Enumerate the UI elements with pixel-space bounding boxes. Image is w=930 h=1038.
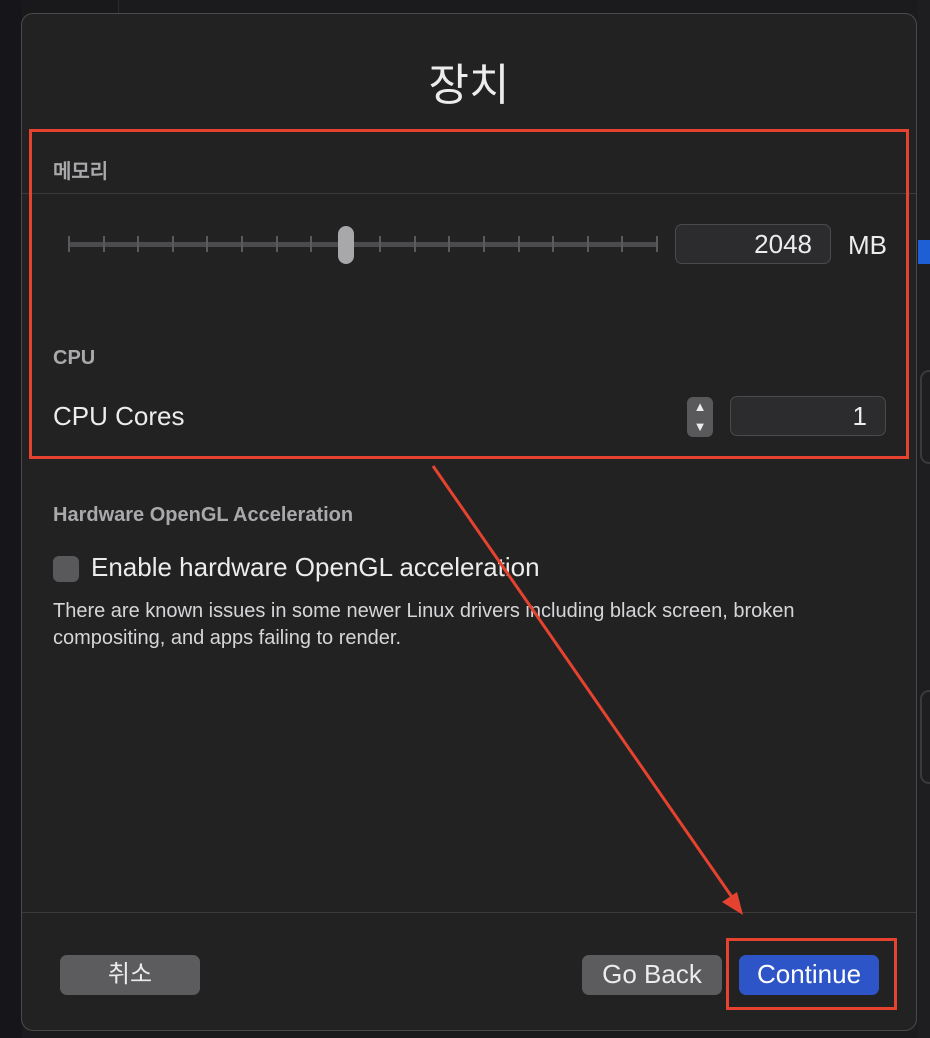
annotation-highlight-box	[29, 129, 909, 459]
opengl-section-label: Hardware OpenGL Acceleration	[53, 504, 354, 526]
dialog-title: 장치	[428, 60, 510, 111]
opengl-help-text: There are known issues in some newer Lin…	[53, 600, 795, 649]
opengl-checkbox[interactable]	[53, 556, 79, 582]
background-shape	[920, 690, 930, 784]
footer-divider	[22, 912, 916, 913]
background-shape	[920, 370, 930, 464]
go-back-button[interactable]: Go Back	[582, 955, 722, 995]
background-window-corner	[22, 0, 119, 14]
annotation-highlight-box	[726, 938, 897, 1010]
background-accent	[918, 240, 930, 264]
background-window-right	[918, 0, 930, 1038]
opengl-checkbox-label[interactable]: Enable hardware OpenGL acceleration	[91, 552, 540, 583]
device-settings-dialog: 장치 메모리 2048 MB CPU CPU Cores ▲ ▼ 1 Hardw…	[21, 13, 917, 1031]
cancel-button[interactable]: 취소	[60, 955, 200, 995]
background-window-edge	[0, 0, 22, 1038]
